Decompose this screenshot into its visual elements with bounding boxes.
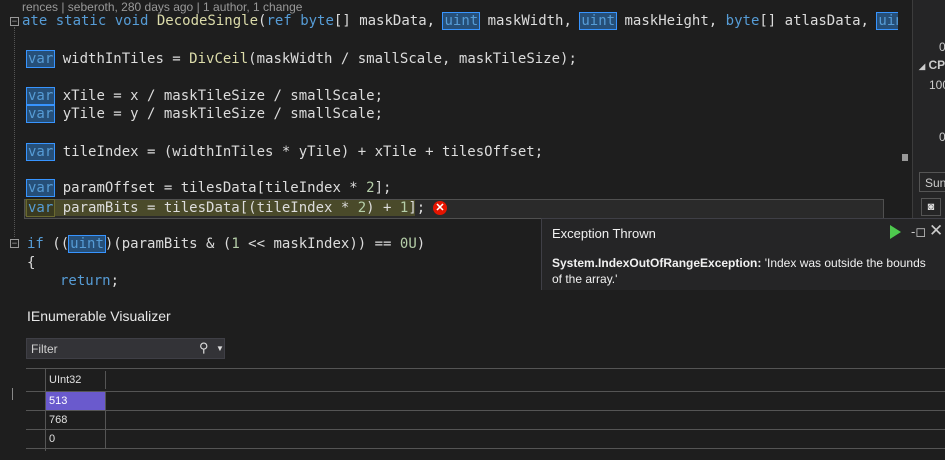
editor-vertical-scrollbar[interactable]	[898, 0, 912, 195]
code-line: {	[27, 255, 36, 271]
collapse-icon[interactable]: −	[10, 17, 19, 27]
table-cell[interactable]: 768	[46, 411, 106, 429]
row-divider	[26, 391, 945, 392]
collapse-icon[interactable]: −	[10, 239, 19, 249]
row-divider	[26, 448, 945, 449]
code-line: return;	[60, 273, 120, 289]
code-line: var paramOffset = tilesData[tileIndex * …	[25, 179, 392, 197]
indent-guide	[14, 27, 15, 237]
side-value: 0	[939, 130, 945, 144]
code-line: var tileIndex = (widthInTiles * yTile) +…	[25, 143, 544, 161]
row-divider	[26, 410, 945, 411]
exception-title: Exception Thrown	[552, 226, 656, 241]
code-line: if ((uint)(paramBits & (1 << maskIndex))…	[27, 235, 426, 253]
triangle-down-icon: ◢	[919, 62, 926, 71]
side-label-cpu[interactable]: ◢ CP	[919, 58, 945, 72]
code-line: var yTile = y / maskTileSize / smallScal…	[25, 105, 384, 123]
camera-icon[interactable]: ◙	[921, 198, 941, 216]
row-divider	[26, 429, 945, 430]
error-icon[interactable]: ✕	[433, 201, 447, 215]
summary-tab[interactable]: Sun	[919, 172, 945, 192]
exception-message: System.IndexOutOfRangeException: 'Index …	[552, 256, 926, 286]
code-line-signature: ate static void DecodeSingle(ref byte[] …	[22, 12, 906, 30]
close-icon[interactable]: ✕	[929, 221, 943, 241]
code-line-exception[interactable]: var paramBits = tilesData[(tileIndex * 2…	[25, 199, 425, 217]
side-value: 100	[929, 78, 945, 92]
pin-icon[interactable]: -◻	[911, 224, 926, 240]
code-line: var xTile = x / maskTileSize / smallScal…	[25, 87, 384, 105]
ienumerable-visualizer: IEnumerable Visualizer ⚲ ▼ UInt32 513 76…	[0, 290, 945, 460]
exception-helper-popup[interactable]: Exception Thrown -◻ ✕ System.IndexOutOfR…	[541, 218, 945, 292]
column-header-uint32[interactable]: UInt32	[46, 371, 106, 389]
continue-icon[interactable]	[890, 225, 901, 239]
visualizer-title: IEnumerable Visualizer	[27, 308, 171, 324]
code-line: var widthInTiles = DivCeil(maskWidth / s…	[25, 50, 577, 68]
filter-box[interactable]: ⚲ ▼	[26, 338, 225, 359]
filter-input[interactable]	[31, 341, 191, 356]
data-grid[interactable]: UInt32 513 768 0	[26, 368, 945, 451]
table-cell[interactable]: 513	[46, 392, 106, 410]
scrollbar-thumb[interactable]	[902, 154, 908, 161]
search-icon[interactable]: ⚲	[199, 340, 209, 356]
splitter-mark	[12, 388, 13, 400]
side-value: 0	[939, 40, 945, 54]
chevron-down-icon[interactable]: ▼	[216, 344, 224, 353]
table-cell[interactable]: 0	[46, 430, 106, 448]
